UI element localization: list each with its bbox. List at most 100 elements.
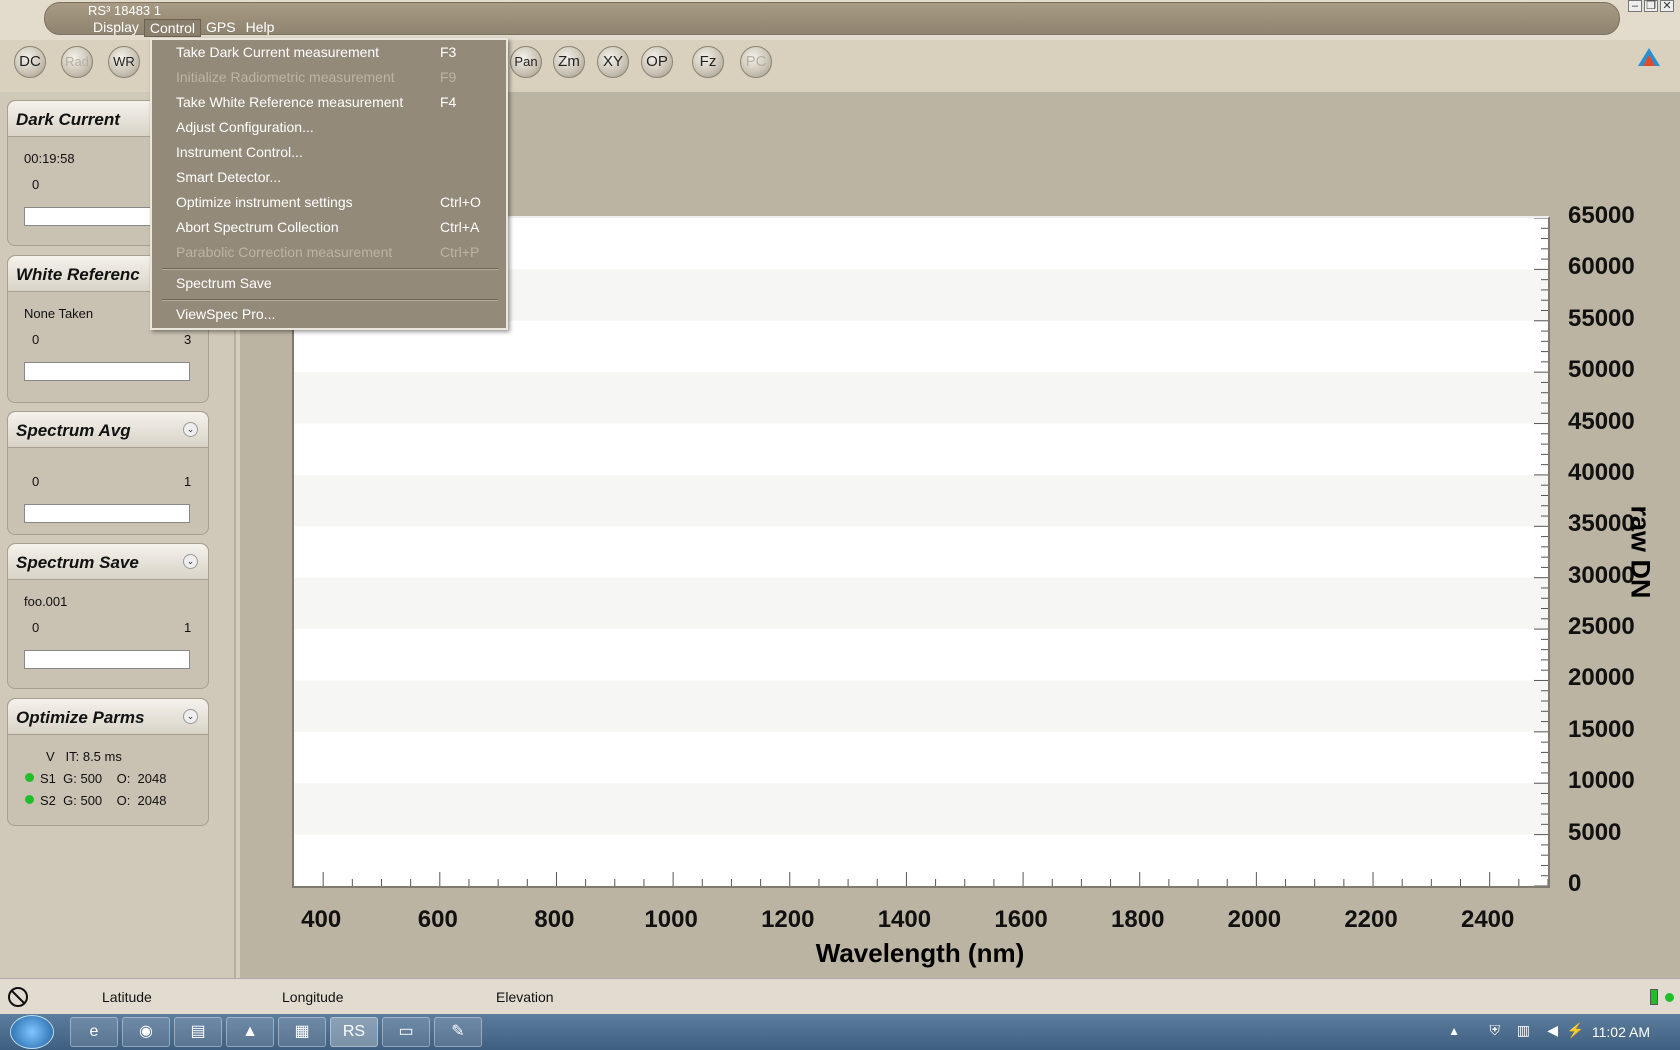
x-tick-label: 1000 — [644, 906, 698, 933]
wr-button[interactable]: WR — [108, 46, 140, 78]
ie-icon[interactable]: e — [70, 1017, 118, 1047]
spectrum-avg-progress — [24, 504, 190, 523]
y-tick-label: 5000 — [1568, 818, 1622, 846]
asd-logo-icon — [1638, 48, 1660, 66]
x-axis-label: Wavelength (nm) — [815, 938, 1025, 968]
dark-current-title: Dark Current — [16, 110, 120, 129]
spectrum-save-header[interactable]: Spectrum Save ⌄ — [8, 544, 208, 580]
start-button-icon[interactable] — [10, 1015, 54, 1049]
control-menu-item[interactable]: Take Dark Current measurement — [176, 44, 379, 60]
optimize-parms-header[interactable]: Optimize Parms ⌄ — [8, 699, 208, 735]
control-menu-item[interactable]: Abort Spectrum Collection — [176, 219, 339, 235]
xy-button[interactable]: XY — [597, 46, 629, 78]
spectrum-avg-header[interactable]: Spectrum Avg ⌄ — [8, 412, 208, 448]
app-title: RS³ 18483 1 — [88, 3, 161, 18]
y-axis-label: raw DN — [1625, 505, 1656, 599]
tray-expand-icon[interactable]: ▲ — [1448, 1024, 1460, 1038]
status-bar: Latitude Longitude Elevation — [0, 978, 1680, 1014]
dc-button[interactable]: DC — [14, 46, 46, 78]
restore-icon[interactable]: ❐ — [1644, 0, 1658, 12]
control-menu-item[interactable]: Adjust Configuration... — [176, 119, 314, 135]
x-tick-label: 600 — [417, 906, 458, 933]
control-menu-item[interactable]: Smart Detector... — [176, 169, 281, 185]
zoom-button[interactable]: Zm — [553, 46, 585, 78]
control-menu-item[interactable]: Optimize instrument settings — [176, 194, 353, 210]
y-tick-label: 65000 — [1568, 202, 1635, 229]
spectrum-avg-min: 0 — [32, 474, 40, 489]
dark-current-min: 0 — [32, 177, 40, 192]
x-tick-label: 1800 — [1111, 906, 1165, 933]
latitude-label: Latitude — [102, 989, 152, 1005]
gps-off-icon[interactable] — [7, 986, 29, 1008]
optimize-s2-line: S2 G: 500 O: 2048 — [40, 793, 167, 808]
chevron-down-icon[interactable]: ⌄ — [183, 709, 198, 724]
asd-app-icon[interactable]: ▲ — [226, 1017, 274, 1047]
spectrum-save-panel: Spectrum Save ⌄ foo.001 0 1 — [7, 543, 209, 689]
white-reference-title: White Referenc — [16, 265, 140, 284]
spectrum-avg-title: Spectrum Avg — [16, 421, 131, 440]
white-reference-max: 3 — [184, 332, 192, 347]
x-tick-label: 1400 — [877, 906, 932, 933]
menu-help[interactable]: Help — [241, 19, 280, 37]
title-bar-frame — [44, 2, 1620, 35]
control-menu-item[interactable]: Instrument Control... — [176, 144, 303, 160]
spectrum-avg-max: 1 — [184, 474, 192, 489]
chevron-down-icon[interactable]: ⌄ — [183, 554, 198, 569]
optimize-s1-line: S1 G: 500 O: 2048 — [40, 771, 167, 786]
connection-status-icon — [1665, 993, 1674, 1002]
y-tick-label: 15000 — [1568, 715, 1635, 743]
tray-security-icon[interactable]: ⛨ — [1490, 1022, 1501, 1039]
control-menu-shortcut: F4 — [440, 94, 457, 110]
clock[interactable]: 11:02 AM — [1592, 1024, 1650, 1040]
speaker-icon[interactable]: ◀ — [1547, 1022, 1558, 1039]
optimize-it-line: V IT: 8.5 ms — [46, 749, 122, 764]
grid-app-icon[interactable]: ▦ — [278, 1017, 326, 1047]
chevron-down-icon[interactable]: ⌄ — [183, 422, 198, 437]
chrome-icon[interactable]: ◉ — [122, 1017, 170, 1047]
status-dot-icon — [25, 773, 34, 782]
control-menu-shortcut: Ctrl+O — [440, 194, 481, 210]
control-menu-item[interactable]: ViewSpec Pro... — [176, 306, 275, 322]
white-reference-min: 0 — [32, 332, 40, 347]
control-menu-shortcut: F9 — [440, 69, 457, 85]
taskbar: e ◉ ▤ ▲ ▦ RS ▭ ✎ ▲ ⛨ ▥ ◀ ⚡ 11:02 AM — [0, 1014, 1680, 1050]
x-tick-label: 2400 — [1460, 906, 1515, 933]
window-app-icon[interactable]: ▭ — [382, 1017, 430, 1047]
control-menu-item: Parabolic Correction measurement — [176, 244, 393, 260]
control-menu-item: Initialize Radiometric measurement — [176, 69, 395, 85]
spectrum-save-max: 1 — [184, 620, 192, 635]
x-tick-label: 800 — [534, 906, 575, 933]
menu-control[interactable]: Control — [143, 19, 202, 37]
op-button[interactable]: OP — [641, 46, 673, 78]
tray-network-icon[interactable]: ▥ — [1517, 1022, 1530, 1039]
paint-app-icon[interactable]: ✎ — [434, 1017, 482, 1047]
plot-band — [294, 680, 1548, 732]
pc-button[interactable]: PC — [740, 46, 772, 78]
white-reference-status: None Taken — [24, 306, 94, 321]
control-menu-shortcut: F3 — [440, 44, 457, 60]
plot-band — [294, 372, 1548, 424]
y-tick-label: 20000 — [1568, 664, 1635, 692]
optimize-parms-panel: Optimize Parms ⌄ V IT: 8.5 ms S1 G: 500 … — [7, 698, 209, 826]
minimize-icon[interactable]: – — [1628, 0, 1642, 12]
menu-separator — [162, 268, 498, 270]
dark-current-time: 00:19:58 — [24, 151, 75, 166]
window-controls: – ❐ ✕ — [1628, 0, 1674, 12]
spectrum-save-filename: foo.001 — [24, 594, 68, 609]
menu-display[interactable]: Display — [88, 19, 144, 37]
tray-power-icon[interactable]: ⚡ — [1567, 1022, 1584, 1039]
control-menu-item[interactable]: Take White Reference measurement — [176, 94, 403, 110]
close-icon[interactable]: ✕ — [1660, 0, 1674, 12]
explorer-icon[interactable]: ▤ — [174, 1017, 222, 1047]
control-menu-item[interactable]: Spectrum Save — [176, 275, 272, 291]
menu-gps[interactable]: GPS — [201, 19, 241, 37]
freeze-button[interactable]: Fz — [692, 46, 724, 78]
spectrum-save-min: 0 — [32, 620, 40, 635]
x-tick-label: 2000 — [1227, 906, 1282, 933]
plot-band — [294, 474, 1548, 527]
rs3-app-icon[interactable]: RS — [330, 1017, 378, 1047]
rad-button[interactable]: Rad — [61, 46, 93, 78]
y-tick-label: 60000 — [1568, 253, 1635, 281]
pan-button[interactable]: Pan — [510, 46, 542, 78]
x-tick-label: 400 — [301, 906, 342, 933]
